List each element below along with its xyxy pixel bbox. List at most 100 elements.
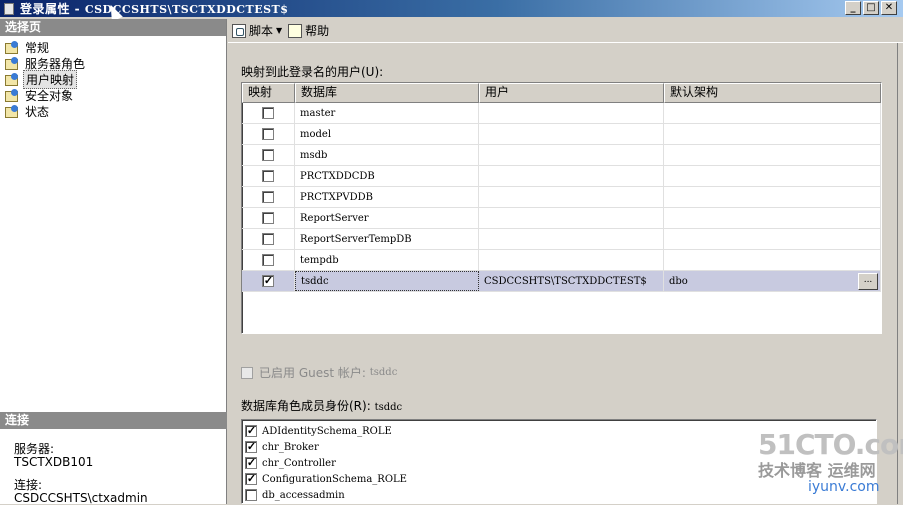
database-cell: model [295, 124, 479, 144]
script-label: 脚本 [249, 24, 274, 38]
grid-header: 映射 数据库 用户 默认架构 [242, 83, 881, 103]
schema-cell[interactable] [664, 124, 881, 144]
window-title: 登录属性 - CSDCCSHTS\TSCTXDDCTEST$ [20, 0, 288, 17]
table-row[interactable]: ReportServer [242, 208, 881, 229]
user-cell[interactable] [479, 145, 664, 165]
map-checkbox[interactable] [262, 233, 274, 245]
minimize-button[interactable]: _ [845, 1, 861, 15]
column-header-database[interactable]: 数据库 [295, 83, 479, 103]
table-row[interactable]: ReportServerTempDB [242, 229, 881, 250]
role-checkbox[interactable] [245, 441, 257, 453]
user-cell[interactable] [479, 187, 664, 207]
user-cell[interactable] [479, 250, 664, 270]
database-cell: ReportServer [295, 208, 479, 228]
database-cell: PRCTXDDCDB [295, 166, 479, 186]
map-cell [242, 250, 295, 270]
page-item-general[interactable]: 常规 [5, 39, 226, 55]
table-row[interactable]: msdb [242, 145, 881, 166]
map-cell [242, 271, 295, 291]
user-cell[interactable] [479, 103, 664, 123]
table-row[interactable]: model [242, 124, 881, 145]
user-cell[interactable] [479, 229, 664, 249]
page-list: 常规 服务器角色 用户映射 安全对象 状态 [0, 36, 226, 119]
table-row[interactable]: master [242, 103, 881, 124]
connection-header: 连接 [0, 412, 227, 429]
user-cell[interactable] [479, 166, 664, 186]
script-icon [232, 23, 246, 38]
role-name: db_accessadmin [262, 489, 345, 501]
watermark-url: iyunv.com [808, 479, 880, 495]
browse-schema-button[interactable]: ... [858, 272, 878, 290]
role-name: chr_Broker [262, 441, 319, 453]
map-checkbox[interactable] [262, 149, 274, 161]
user-mapping-grid: 映射 数据库 用户 默认架构 master model msdb PRCTXDDCDB… [241, 82, 882, 334]
schema-cell[interactable] [664, 208, 881, 228]
role-name: chr_Controller [262, 457, 336, 469]
left-pane: 选择页 常规 服务器角色 用户映射 安全对象 状态 连接 服务器: TSCTXD… [0, 19, 227, 505]
database-cell: master [295, 103, 479, 123]
schema-cell[interactable] [664, 229, 881, 249]
map-checkbox[interactable] [262, 212, 274, 224]
table-row[interactable]: PRCTXPVDDB [242, 187, 881, 208]
column-header-user[interactable]: 用户 [479, 83, 664, 103]
guest-label: 已启用 Guest 帐户: [259, 366, 366, 380]
close-button[interactable]: ✕ [881, 1, 897, 15]
grid-body: master model msdb PRCTXDDCDB PRCTXPVDDB Repor… [242, 103, 881, 292]
column-header-default-schema[interactable]: 默认架构 [664, 83, 881, 103]
page-item-label: 安全对象 [25, 88, 74, 103]
script-button[interactable]: 脚本 ▼ [232, 22, 282, 39]
map-checkbox[interactable] [262, 275, 274, 287]
page-item-status[interactable]: 状态 [5, 103, 226, 119]
page-icon [5, 105, 19, 118]
page-item-securables[interactable]: 安全对象 [5, 87, 226, 103]
page-item-label: 常规 [25, 40, 50, 55]
map-cell [242, 166, 295, 186]
page-item-user-mapping[interactable]: 用户映射 [5, 69, 226, 89]
window-icon [4, 2, 14, 15]
map-checkbox[interactable] [262, 191, 274, 203]
window-controls: _ □ ✕ [845, 1, 897, 15]
map-cell [242, 208, 295, 228]
map-checkbox[interactable] [262, 128, 274, 140]
role-name: ADIdentitySchema_ROLE [262, 425, 392, 437]
maximize-button[interactable]: □ [863, 1, 879, 15]
roles-database: tsddc [374, 402, 403, 413]
dropdown-arrow-icon[interactable]: ▼ [276, 26, 282, 35]
database-cell: PRCTXPVDDB [295, 187, 479, 207]
role-checkbox[interactable] [245, 473, 257, 485]
schema-cell[interactable] [664, 103, 881, 123]
guest-account-row: 已启用 Guest 帐户: tsddc [241, 364, 397, 381]
map-checkbox[interactable] [262, 254, 274, 266]
user-cell[interactable] [479, 124, 664, 144]
database-cell: ReportServerTempDB [295, 229, 479, 249]
role-checkbox[interactable] [245, 425, 257, 437]
table-row[interactable]: tsddcCSDCCSHTS\TSCTXDDCTEST$dbo... [242, 271, 881, 292]
help-button[interactable]: 帮助 [288, 22, 329, 39]
title-bar: 登录属性 - CSDCCSHTS\TSCTXDDCTEST$ _ □ ✕ [0, 0, 903, 17]
map-checkbox[interactable] [262, 170, 274, 182]
server-value: TSCTXDB101 [14, 455, 94, 469]
table-row[interactable]: tempdb [242, 250, 881, 271]
map-cell [242, 229, 295, 249]
schema-cell[interactable] [664, 166, 881, 186]
schema-cell[interactable] [664, 250, 881, 270]
map-cell [242, 187, 295, 207]
user-cell[interactable]: CSDCCSHTS\TSCTXDDCTEST$ [479, 271, 664, 291]
connection-value: CSDCCSHTS\ctxadmin [14, 491, 148, 505]
map-cell [242, 145, 295, 165]
database-cell: tempdb [295, 250, 479, 270]
help-icon [288, 23, 303, 38]
schema-cell[interactable] [664, 145, 881, 165]
map-cell [242, 103, 295, 123]
help-label: 帮助 [305, 24, 330, 38]
page-icon [5, 73, 19, 86]
schema-cell[interactable] [664, 187, 881, 207]
table-row[interactable]: PRCTXDDCDB [242, 166, 881, 187]
map-checkbox[interactable] [262, 107, 274, 119]
role-checkbox[interactable] [245, 457, 257, 469]
page-icon [5, 57, 19, 70]
role-checkbox[interactable] [245, 489, 257, 501]
schema-cell[interactable]: dbo... [664, 271, 881, 291]
column-header-map[interactable]: 映射 [242, 83, 295, 103]
user-cell[interactable] [479, 208, 664, 228]
